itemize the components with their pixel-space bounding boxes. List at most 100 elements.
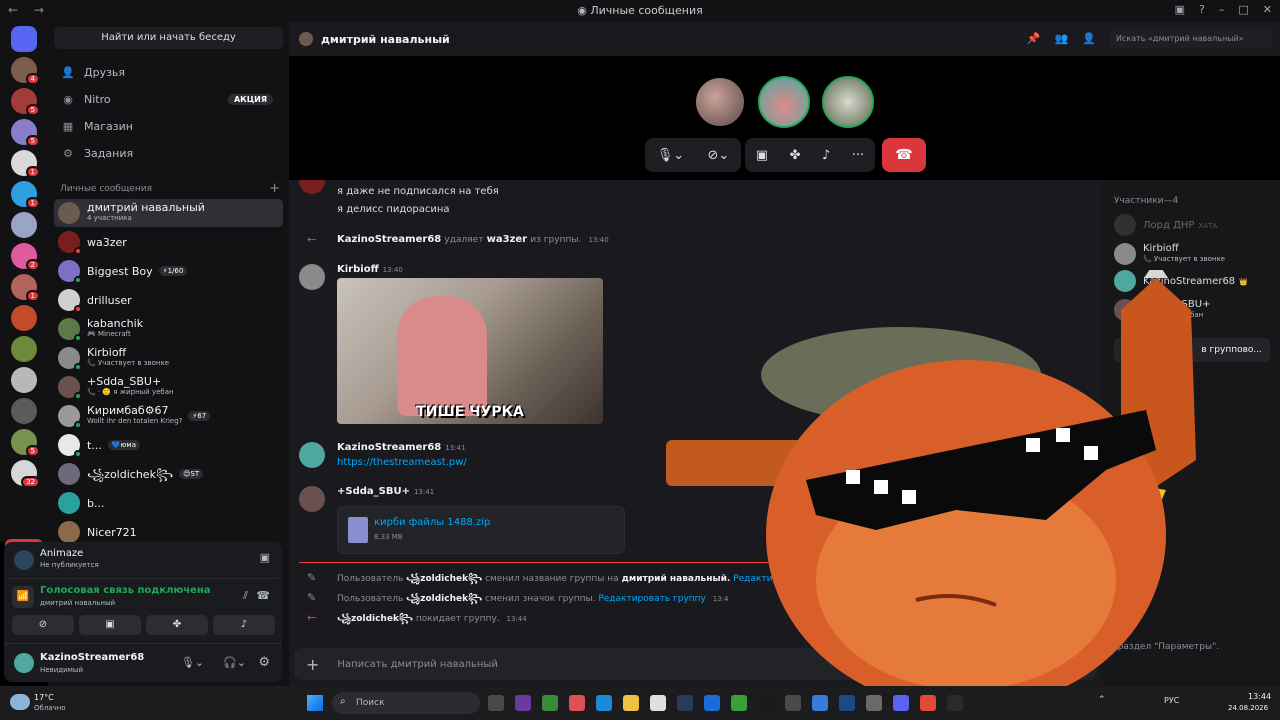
activities-button[interactable]: ✤ — [146, 615, 208, 635]
close-button[interactable]: ✕ — [1263, 3, 1272, 16]
dm-item[interactable]: Киримбаб⚙67 Wollt ihr den totalen Krieg? ⚡… — [54, 402, 283, 430]
noise-suppression-icon[interactable]: ⫽ — [243, 589, 248, 603]
message-link[interactable]: https://thestreameast.pw/ — [337, 457, 467, 468]
voice-status[interactable]: Голосовая связь подключена — [40, 585, 211, 596]
dm-item[interactable]: wa3zer — [54, 228, 283, 256]
settings-gear-icon[interactable]: ⚙ — [258, 655, 270, 670]
maximize-button[interactable]: □ — [1238, 3, 1248, 16]
message-author[interactable]: +Sdda_SBU+ — [337, 486, 410, 497]
taskbar-app-icon[interactable] — [731, 695, 747, 711]
message-author[interactable]: Kirbioff — [337, 264, 379, 275]
nav-item-0[interactable]: 👤 Друзья — [54, 60, 283, 84]
call-participant-avatar[interactable] — [758, 76, 810, 128]
server-icon[interactable]: 1 — [11, 274, 40, 302]
soundboard-button[interactable]: ♪ — [213, 615, 275, 635]
add-friends-icon[interactable]: 👥 — [1055, 32, 1069, 45]
discord-home-icon[interactable] — [11, 26, 37, 52]
start-button[interactable] — [307, 695, 323, 711]
call-activities-icon[interactable]: ✤ — [790, 148, 801, 163]
inbox-icon[interactable]: ▣ — [1175, 3, 1185, 16]
member-list-icon[interactable]: 👤 — [1082, 32, 1096, 45]
file-name[interactable]: кирби файлы 1488.zip — [374, 517, 490, 528]
server-icon[interactable] — [11, 367, 37, 393]
message-avatar[interactable] — [299, 486, 325, 512]
create-dm-button[interactable]: + — [269, 181, 280, 196]
server-icon[interactable]: 5 — [11, 88, 40, 116]
taskbar-app-icon[interactable] — [704, 695, 720, 711]
screen-share-button[interactable]: ▣ — [79, 615, 141, 635]
taskbar-search[interactable]: Поиск — [332, 692, 480, 714]
signal-icon[interactable]: 📶 — [12, 586, 34, 608]
server-icon[interactable]: 4 — [11, 57, 40, 85]
disconnect-icon[interactable]: ☎ — [256, 589, 270, 602]
taskbar-app-icon[interactable] — [596, 695, 612, 711]
system-actor[interactable]: ꧁zoldichek꧂ — [406, 574, 482, 584]
taskbar-app-icon[interactable] — [758, 695, 774, 711]
voice-channel[interactable]: дмитрий навальный — [40, 599, 115, 607]
tray-chevron-icon[interactable]: ⌃ — [1098, 695, 1106, 705]
minimize-button[interactable]: – — [1219, 3, 1225, 16]
dm-item[interactable]: ꧁zoldichek꧂ 😊ST — [54, 460, 283, 488]
taskbar-app-icon[interactable] — [920, 695, 936, 711]
dm-item[interactable]: Biggest Boy ⚡1/60 — [54, 257, 283, 285]
call-participant-avatar[interactable] — [694, 76, 746, 128]
nav-item-2[interactable]: ▦ Магазин — [54, 114, 283, 138]
help-icon[interactable]: ? — [1199, 3, 1205, 16]
server-icon[interactable]: 5 — [11, 429, 40, 457]
taskbar-app-icon[interactable] — [785, 695, 801, 711]
dm-item[interactable]: дмитрий навальный 4 участника — [54, 199, 283, 227]
member-item[interactable]: Kirbioff 📞 Участвует в звонке — [1114, 242, 1225, 265]
system-actor[interactable]: ꧁zoldichek꧂ — [337, 614, 413, 624]
server-icon[interactable] — [11, 336, 37, 362]
microphone-icon[interactable]: 🎙⌄ — [181, 656, 204, 669]
dm-item[interactable]: kabanchik 🎮 Minecraft — [54, 315, 283, 343]
nav-item-1[interactable]: ◉ Nitro АКЦИЯ — [54, 87, 283, 111]
channel-name[interactable]: дмитрий навальный — [321, 33, 450, 46]
dm-item[interactable]: +Sdda_SBU+ 📞 · 🙂 я жирный уебан — [54, 373, 283, 401]
stream-icon[interactable]: ▣ — [260, 551, 270, 564]
dm-item[interactable]: t... 💙юма — [54, 431, 283, 459]
taskbar-app-icon[interactable] — [839, 695, 855, 711]
dm-item[interactable]: b... — [54, 489, 283, 517]
nav-item-3[interactable]: ⚙ Задания — [54, 141, 283, 165]
taskbar-app-icon[interactable] — [542, 695, 558, 711]
system-actor[interactable]: KazinoStreamer68 — [337, 234, 441, 245]
channel-search-input[interactable]: Искать «дмитрий навальный» — [1110, 29, 1272, 49]
language-indicator[interactable]: РУС — [1164, 696, 1179, 705]
user-avatar[interactable] — [14, 653, 34, 673]
taskbar-app-icon[interactable] — [650, 695, 666, 711]
hang-up-button[interactable]: ☎ — [882, 138, 926, 172]
server-icon[interactable]: 5 — [11, 119, 40, 147]
server-icon[interactable]: 1 — [11, 181, 40, 209]
call-more-icon[interactable]: ··· — [852, 148, 864, 163]
taskbar-app-icon[interactable] — [866, 695, 882, 711]
headphones-icon[interactable]: 🎧⌄ — [223, 656, 246, 669]
call-soundboard-icon[interactable]: ♪ — [822, 148, 830, 163]
gif-attachment[interactable]: ТИШЕ ЧУРКА — [337, 278, 603, 424]
taskbar-app-icon[interactable] — [569, 695, 585, 711]
server-icon[interactable]: 1 — [11, 150, 40, 178]
server-icon[interactable]: 2 — [11, 243, 40, 271]
message-avatar[interactable] — [299, 442, 325, 468]
taskbar-app-icon[interactable] — [812, 695, 828, 711]
call-screen-share-icon[interactable]: ▣ — [756, 148, 768, 163]
weather-text[interactable]: Облачно — [34, 704, 66, 712]
taskbar-app-icon[interactable] — [893, 695, 909, 711]
add-attachment-icon[interactable]: + — [306, 655, 319, 674]
username[interactable]: KazinoStreamer68 — [40, 652, 144, 663]
clock-time[interactable]: 13:44 — [1248, 692, 1271, 701]
server-icon[interactable] — [11, 398, 37, 424]
taskbar-app-icon[interactable] — [947, 695, 963, 711]
pin-icon[interactable]: 📌 — [1027, 32, 1041, 45]
server-icon[interactable] — [11, 212, 37, 238]
message-avatar[interactable] — [299, 264, 325, 290]
camera-toggle-button[interactable]: ⊘ — [12, 615, 74, 635]
system-target[interactable]: wa3zer — [487, 234, 527, 245]
server-icon[interactable] — [11, 305, 37, 331]
file-attachment[interactable]: кирби файлы 1488.zip 8.33 MB — [337, 506, 625, 554]
find-conversation-button[interactable]: Найти или начать беседу — [54, 27, 283, 49]
taskbar-app-icon[interactable] — [515, 695, 531, 711]
dm-item[interactable]: drilluser — [54, 286, 283, 314]
taskbar-app-icon[interactable] — [488, 695, 504, 711]
taskbar-app-icon[interactable] — [623, 695, 639, 711]
